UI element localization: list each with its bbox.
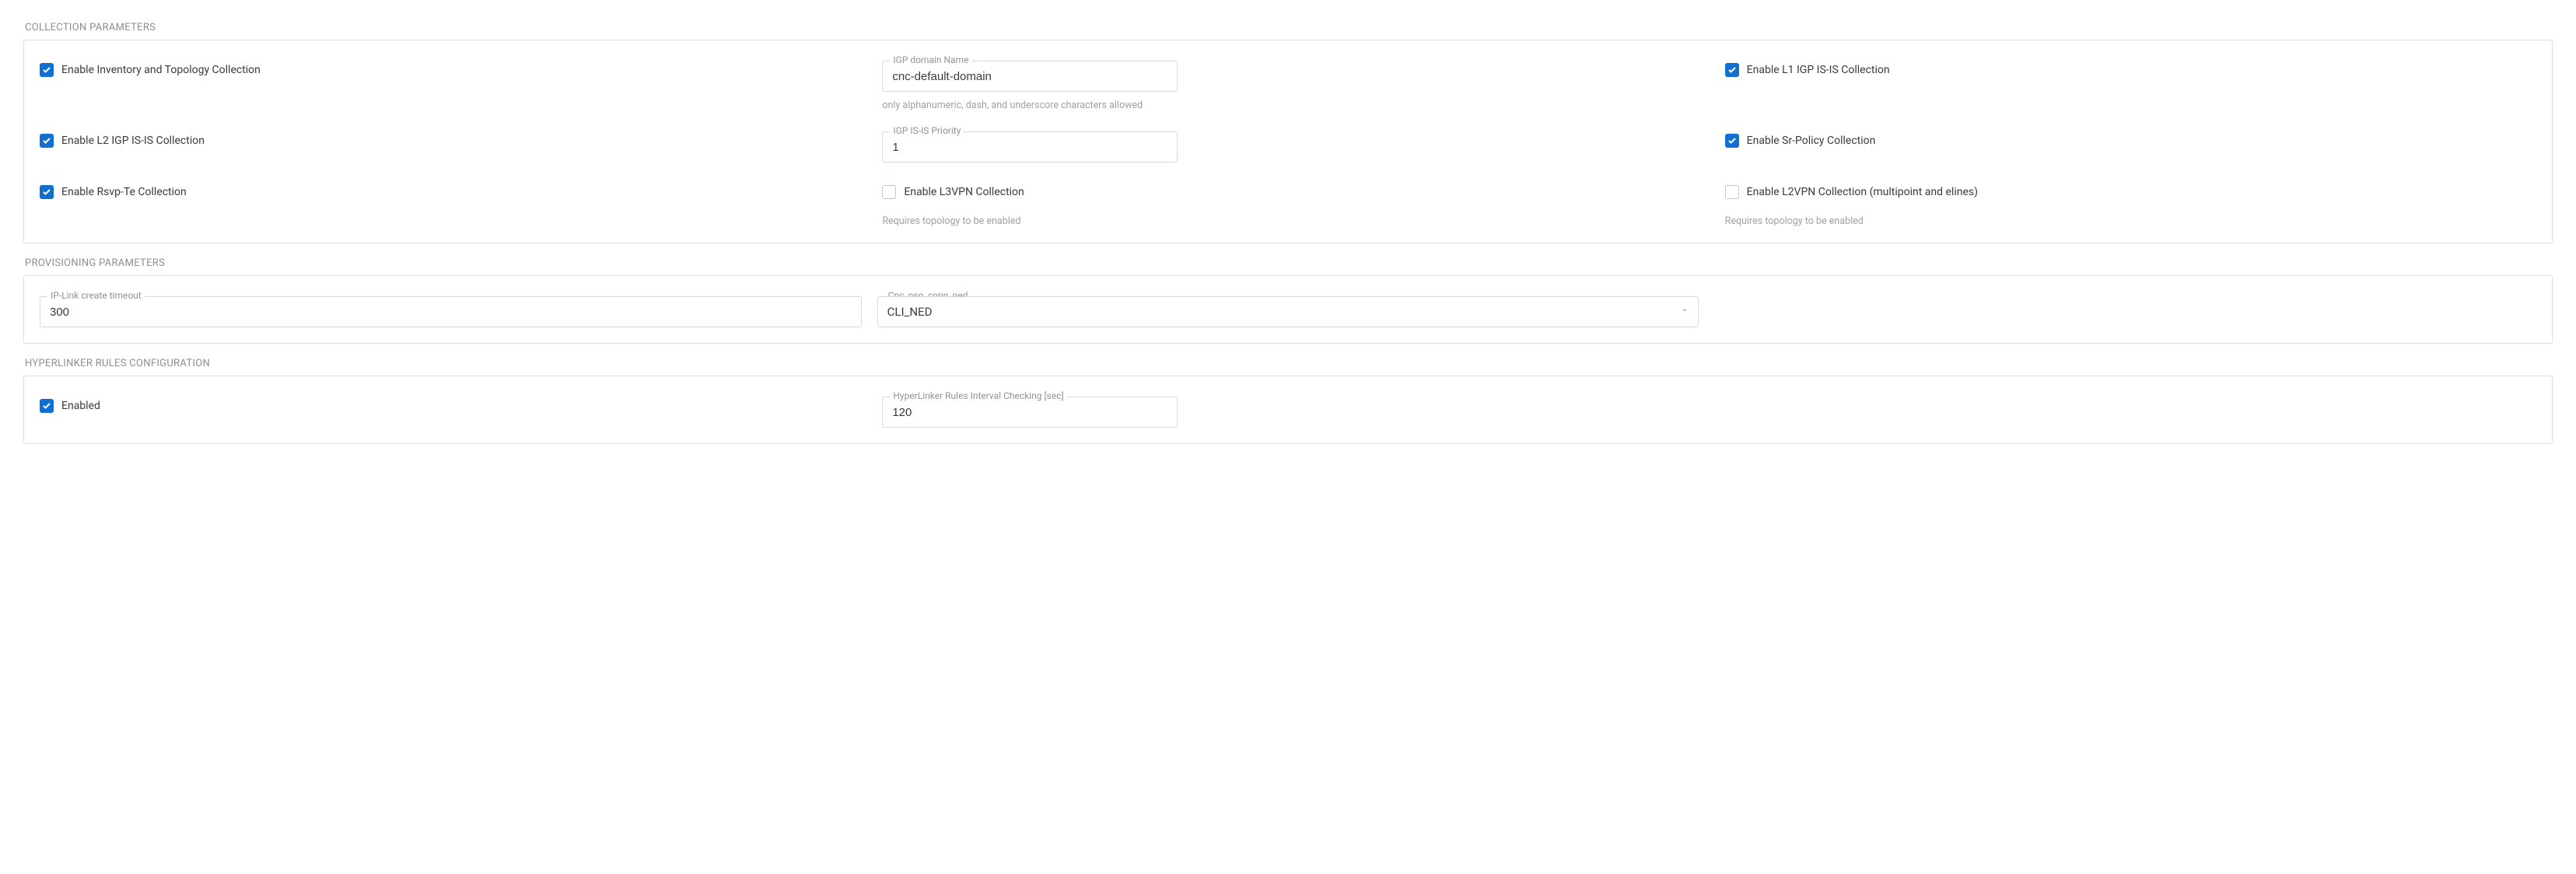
cnc-nso-ned-select[interactable]: CLI_NED bbox=[877, 296, 1699, 327]
hyperlinker-panel: Enabled HyperLinker Rules Interval Check… bbox=[23, 376, 2553, 444]
hyperlinker-enabled-checkbox[interactable] bbox=[40, 399, 54, 413]
collection-panel: Enable Inventory and Topology Collection… bbox=[23, 40, 2553, 243]
igp-domain-name-hint: only alphanumeric, dash, and underscore … bbox=[882, 100, 1693, 111]
hyperlinker-interval-input[interactable] bbox=[882, 397, 1178, 428]
enable-l2-isis-label[interactable]: Enable L2 IGP IS-IS Collection bbox=[61, 135, 205, 147]
enable-sr-policy-checkbox[interactable] bbox=[1725, 134, 1739, 148]
enable-rsvp-te-checkbox[interactable] bbox=[40, 185, 54, 199]
l3vpn-hint: Requires topology to be enabled bbox=[882, 215, 1693, 227]
enable-sr-policy-label[interactable]: Enable Sr-Policy Collection bbox=[1747, 135, 1876, 147]
enable-l1-isis-checkbox[interactable] bbox=[1725, 63, 1739, 77]
enable-inventory-label[interactable]: Enable Inventory and Topology Collection bbox=[61, 64, 261, 76]
enable-l3vpn-label[interactable]: Enable L3VPN Collection bbox=[904, 186, 1024, 198]
enable-l1-isis-label[interactable]: Enable L1 IGP IS-IS Collection bbox=[1747, 64, 1890, 76]
hyperlinker-enabled-label[interactable]: Enabled bbox=[61, 400, 100, 412]
provisioning-section-title: PROVISIONING PARAMETERS bbox=[25, 257, 2553, 269]
check-icon bbox=[1727, 65, 1737, 75]
isis-priority-label: IGP IS-IS Priority bbox=[890, 125, 964, 136]
iplink-timeout-label: IP-Link create timeout bbox=[47, 290, 145, 301]
igp-domain-name-input[interactable] bbox=[882, 61, 1178, 92]
enable-l3vpn-checkbox[interactable] bbox=[882, 185, 896, 199]
cnc-nso-ned-value: CLI_NED bbox=[887, 305, 933, 319]
enable-l2-isis-checkbox[interactable] bbox=[40, 134, 54, 148]
check-icon bbox=[42, 65, 51, 75]
hyperlinker-section-title: HYPERLINKER RULES CONFIGURATION bbox=[25, 358, 2553, 369]
isis-priority-input[interactable] bbox=[882, 131, 1178, 163]
check-icon bbox=[42, 187, 51, 197]
hyperlinker-interval-label: HyperLinker Rules Interval Checking [sec… bbox=[890, 390, 1066, 401]
enable-inventory-checkbox[interactable] bbox=[40, 63, 54, 77]
check-icon bbox=[42, 401, 51, 411]
check-icon bbox=[1727, 136, 1737, 145]
enable-l2vpn-checkbox[interactable] bbox=[1725, 185, 1739, 199]
igp-domain-name-label: IGP domain Name bbox=[890, 54, 971, 65]
enable-l2vpn-label[interactable]: Enable L2VPN Collection (multipoint and … bbox=[1747, 186, 1978, 198]
collection-section-title: COLLECTION PARAMETERS bbox=[25, 22, 2553, 33]
enable-rsvp-te-label[interactable]: Enable Rsvp-Te Collection bbox=[61, 186, 187, 198]
iplink-timeout-input[interactable] bbox=[40, 296, 862, 327]
provisioning-panel: IP-Link create timeout Cnc_nso_conn_ned … bbox=[23, 275, 2553, 344]
check-icon bbox=[42, 136, 51, 145]
l2vpn-hint: Requires topology to be enabled bbox=[1725, 215, 2536, 227]
